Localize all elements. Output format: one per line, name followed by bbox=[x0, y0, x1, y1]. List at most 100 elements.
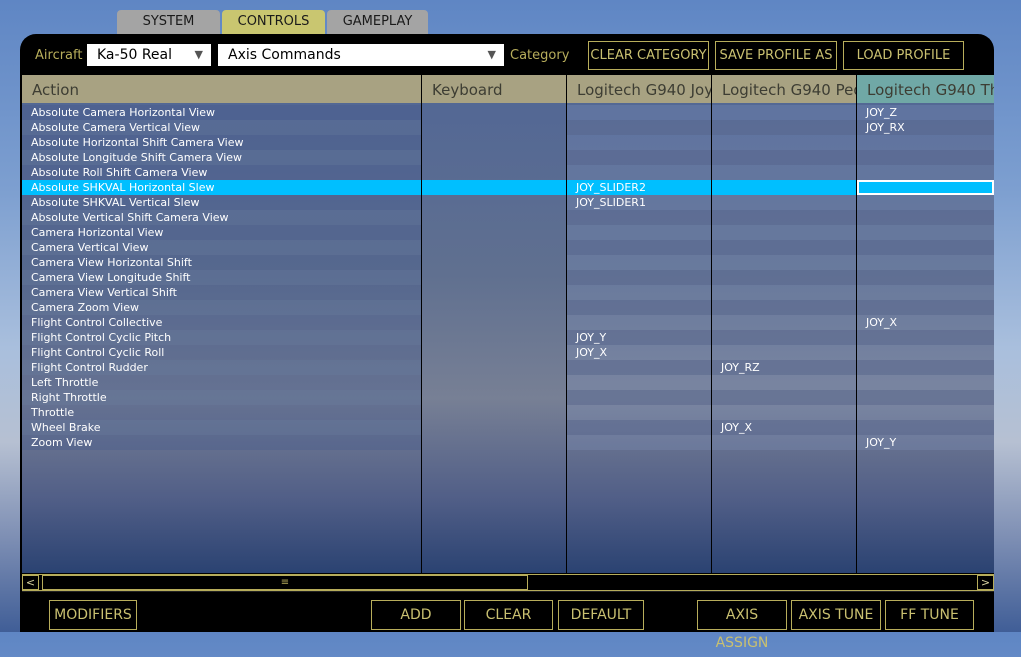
throttle-cell[interactable] bbox=[857, 135, 994, 150]
pedals-cell[interactable] bbox=[712, 405, 856, 420]
throttle-cell[interactable] bbox=[857, 225, 994, 240]
pedals-cell[interactable] bbox=[712, 225, 856, 240]
throttle-cell[interactable] bbox=[857, 285, 994, 300]
column-header-throttle[interactable]: Logitech G940 Throttle bbox=[857, 75, 994, 103]
pedals-cell[interactable] bbox=[712, 315, 856, 330]
action-cell[interactable]: Camera View Horizontal Shift bbox=[22, 255, 421, 270]
pedals-cell[interactable] bbox=[712, 135, 856, 150]
throttle-cell[interactable] bbox=[857, 195, 994, 210]
keyboard-cell[interactable] bbox=[422, 240, 566, 255]
action-cell[interactable]: Absolute Camera Horizontal View bbox=[22, 105, 421, 120]
throttle-cell[interactable]: JOY_Y bbox=[857, 435, 994, 450]
action-cell[interactable]: Absolute Camera Vertical View bbox=[22, 120, 421, 135]
keyboard-cell[interactable] bbox=[422, 405, 566, 420]
table-row[interactable]: Right Throttle bbox=[22, 390, 994, 405]
table-row[interactable]: Flight Control Collective JOY_X bbox=[22, 315, 994, 330]
table-row[interactable]: Camera View Vertical Shift bbox=[22, 285, 994, 300]
keyboard-cell[interactable] bbox=[422, 315, 566, 330]
keyboard-cell[interactable] bbox=[422, 105, 566, 120]
keyboard-cell[interactable] bbox=[422, 225, 566, 240]
throttle-cell[interactable] bbox=[857, 405, 994, 420]
pedals-cell[interactable] bbox=[712, 375, 856, 390]
table-row[interactable]: Flight Control Rudder JOY_RZ bbox=[22, 360, 994, 375]
pedals-cell[interactable] bbox=[712, 120, 856, 135]
action-cell[interactable]: Absolute Roll Shift Camera View bbox=[22, 165, 421, 180]
throttle-cell[interactable] bbox=[857, 345, 994, 360]
action-cell[interactable]: Flight Control Cyclic Roll bbox=[22, 345, 421, 360]
pedals-cell[interactable] bbox=[712, 390, 856, 405]
keyboard-cell[interactable] bbox=[422, 165, 566, 180]
throttle-cell[interactable] bbox=[857, 300, 994, 315]
joystick-cell[interactable] bbox=[567, 105, 711, 120]
pedals-cell[interactable] bbox=[712, 180, 856, 195]
keyboard-cell[interactable] bbox=[422, 390, 566, 405]
throttle-cell[interactable] bbox=[857, 330, 994, 345]
keyboard-cell[interactable] bbox=[422, 255, 566, 270]
keyboard-cell[interactable] bbox=[422, 435, 566, 450]
keyboard-cell[interactable] bbox=[422, 345, 566, 360]
joystick-cell[interactable]: JOY_Y bbox=[567, 330, 711, 345]
table-row[interactable]: Absolute Longitude Shift Camera View bbox=[22, 150, 994, 165]
keyboard-cell[interactable] bbox=[422, 300, 566, 315]
table-row[interactable]: Camera Horizontal View bbox=[22, 225, 994, 240]
keyboard-cell[interactable] bbox=[422, 360, 566, 375]
scrollbar-thumb[interactable]: ≡ bbox=[42, 575, 528, 590]
table-row[interactable]: Zoom View JOY_Y bbox=[22, 435, 994, 450]
table-row[interactable]: Camera Vertical View bbox=[22, 240, 994, 255]
pedals-cell[interactable] bbox=[712, 330, 856, 345]
joystick-cell[interactable] bbox=[567, 405, 711, 420]
throttle-cell[interactable] bbox=[857, 360, 994, 375]
throttle-cell[interactable]: JOY_RX bbox=[857, 120, 994, 135]
pedals-cell[interactable] bbox=[712, 210, 856, 225]
action-cell[interactable]: Camera View Longitude Shift bbox=[22, 270, 421, 285]
ff-tune-button[interactable]: FF TUNE bbox=[885, 600, 974, 630]
joystick-cell[interactable] bbox=[567, 210, 711, 225]
action-cell[interactable]: Throttle bbox=[22, 405, 421, 420]
load-profile-button[interactable]: LOAD PROFILE bbox=[843, 41, 964, 70]
keyboard-cell[interactable] bbox=[422, 180, 566, 195]
keyboard-cell[interactable] bbox=[422, 285, 566, 300]
table-row[interactable]: Throttle bbox=[22, 405, 994, 420]
save-profile-as-button[interactable]: SAVE PROFILE AS bbox=[715, 41, 837, 70]
aircraft-select[interactable]: Ka-50 Real ▼ bbox=[87, 44, 211, 66]
joystick-cell[interactable] bbox=[567, 420, 711, 435]
table-row[interactable]: Absolute Horizontal Shift Camera View bbox=[22, 135, 994, 150]
table-row[interactable]: Absolute Camera Horizontal View JOY_Z bbox=[22, 105, 994, 120]
throttle-cell[interactable] bbox=[857, 420, 994, 435]
pedals-cell[interactable] bbox=[712, 285, 856, 300]
pedals-cell[interactable] bbox=[712, 345, 856, 360]
default-button[interactable]: DEFAULT bbox=[558, 600, 644, 630]
keyboard-cell[interactable] bbox=[422, 375, 566, 390]
table-row[interactable]: Absolute Roll Shift Camera View bbox=[22, 165, 994, 180]
column-header-action[interactable]: Action bbox=[22, 75, 421, 103]
joystick-cell[interactable]: JOY_SLIDER1 bbox=[567, 195, 711, 210]
action-cell[interactable]: Zoom View bbox=[22, 435, 421, 450]
action-cell[interactable]: Right Throttle bbox=[22, 390, 421, 405]
action-cell[interactable]: Absolute SHKVAL Vertical Slew bbox=[22, 195, 421, 210]
pedals-cell[interactable] bbox=[712, 240, 856, 255]
table-row[interactable]: Camera View Horizontal Shift bbox=[22, 255, 994, 270]
table-row[interactable]: Absolute SHKVAL Horizontal Slew JOY_SLIDE… bbox=[22, 180, 994, 195]
table-row[interactable]: Absolute Camera Vertical View JOY_RX bbox=[22, 120, 994, 135]
pedals-cell[interactable] bbox=[712, 195, 856, 210]
horizontal-scrollbar[interactable]: < ≡ > bbox=[22, 574, 994, 591]
action-cell[interactable]: Absolute Longitude Shift Camera View bbox=[22, 150, 421, 165]
throttle-cell[interactable] bbox=[857, 180, 994, 195]
joystick-cell[interactable] bbox=[567, 120, 711, 135]
scroll-left-icon[interactable]: < bbox=[22, 575, 39, 590]
joystick-cell[interactable] bbox=[567, 300, 711, 315]
action-cell[interactable]: Left Throttle bbox=[22, 375, 421, 390]
throttle-cell[interactable] bbox=[857, 210, 994, 225]
joystick-cell[interactable] bbox=[567, 225, 711, 240]
action-cell[interactable]: Absolute Vertical Shift Camera View bbox=[22, 210, 421, 225]
action-cell[interactable]: Camera Horizontal View bbox=[22, 225, 421, 240]
axis-tune-button[interactable]: AXIS TUNE bbox=[791, 600, 881, 630]
keyboard-cell[interactable] bbox=[422, 270, 566, 285]
joystick-cell[interactable] bbox=[567, 255, 711, 270]
joystick-cell[interactable] bbox=[567, 375, 711, 390]
keyboard-cell[interactable] bbox=[422, 135, 566, 150]
tab-gameplay[interactable]: GAMEPLAY bbox=[327, 10, 428, 34]
axis-assign-button[interactable]: AXIS ASSIGN bbox=[697, 600, 787, 651]
command-type-select[interactable]: Axis Commands ▼ bbox=[218, 44, 504, 66]
keyboard-cell[interactable] bbox=[422, 330, 566, 345]
